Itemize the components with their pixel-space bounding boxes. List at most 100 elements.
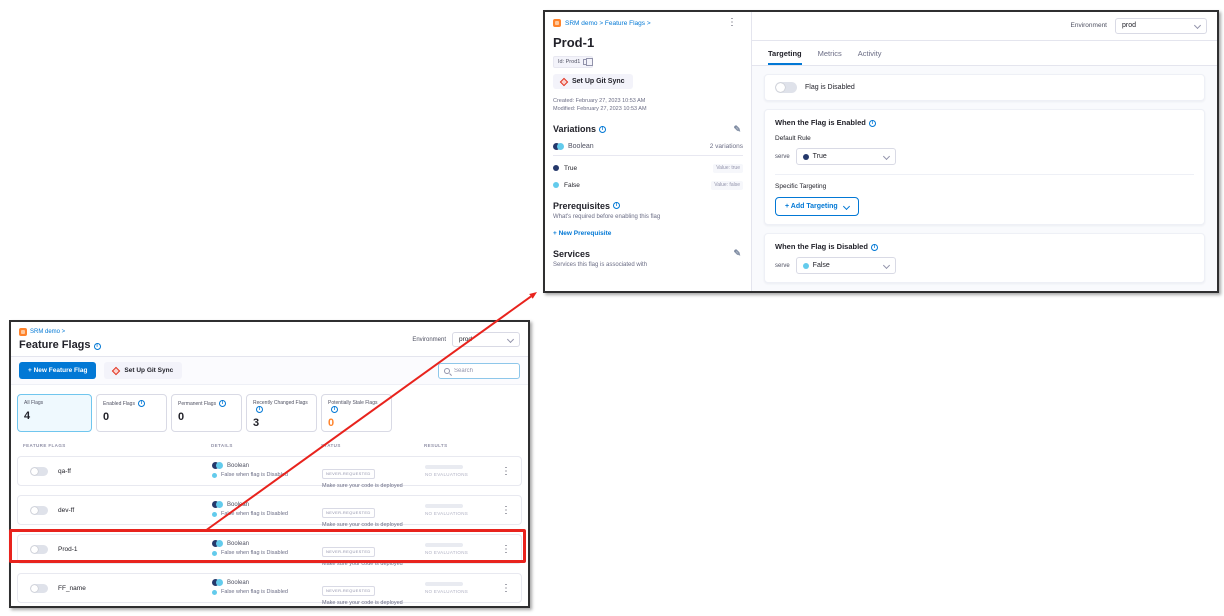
breadcrumb[interactable]: SRM demo >: [30, 329, 65, 335]
specific-targeting-label: Specific Targeting: [775, 183, 1194, 190]
edit-variations-icon[interactable]: ✎: [733, 124, 741, 135]
modified-timestamp: Modified: February 27, 2023 10:53 AM: [553, 105, 743, 113]
flag-detail-main: Environment prod Targeting Metrics Activ…: [752, 12, 1217, 291]
chevron-down-icon: [507, 336, 514, 343]
copy-icon[interactable]: [583, 59, 588, 65]
variation-false-dot-icon: [212, 473, 217, 478]
results-bar: [425, 504, 463, 508]
flag-state-label: Flag is Disabled: [805, 84, 855, 91]
search-input[interactable]: [454, 368, 514, 374]
git-sync-icon: [560, 77, 568, 85]
environment-label: Environment: [1071, 22, 1108, 29]
environment-label: Environment: [412, 337, 446, 343]
breadcrumb[interactable]: SRM demo > Feature Flags >: [565, 20, 651, 27]
flag-name: dev-ff: [58, 507, 74, 514]
page-title: Feature Flags: [19, 339, 91, 351]
row-menu-icon[interactable]: ⋮: [501, 545, 511, 555]
row-menu-icon[interactable]: ⋮: [501, 584, 511, 594]
default-rule-label: Default Rule: [775, 135, 1194, 142]
variation-row: False Value: false: [553, 181, 743, 190]
flag-title: Prod-1: [553, 35, 743, 50]
new-feature-flag-button[interactable]: + New Feature Flag: [19, 362, 96, 379]
table-header: FEATURE FLAGS DETAILS STATUS RESULTS: [11, 440, 528, 456]
edit-services-icon[interactable]: ✎: [733, 248, 741, 259]
boolean-type-icon: [212, 579, 223, 586]
info-icon: [94, 343, 101, 350]
chevron-down-icon: [883, 262, 890, 269]
when-enabled-heading: When the Flag is Enabled: [775, 118, 866, 127]
flag-id-pill: Id: Prod1: [553, 56, 593, 68]
flag-detail-sidebar: SRM demo > Feature Flags > ⋮ Prod-1 Id: …: [545, 12, 752, 291]
created-timestamp: Created: February 27, 2023 10:53 AM: [553, 97, 743, 105]
setup-git-sync-button[interactable]: Set Up Git Sync: [553, 74, 633, 89]
screenshot-canvas: SRM demo > Feature Flags > ⋮ Prod-1 Id: …: [0, 0, 1224, 616]
new-prerequisite-link[interactable]: + New Prerequisite: [553, 230, 743, 237]
serve-true-select[interactable]: True: [796, 148, 896, 165]
table-row[interactable]: FF_name Boolean False when flag is Disab…: [17, 573, 522, 603]
chevron-down-icon: [843, 203, 850, 210]
info-icon: [138, 400, 145, 407]
info-icon: [256, 406, 263, 413]
results-bar: [425, 465, 463, 469]
results-bar: [425, 582, 463, 586]
status-badge: NEVER-REQUESTED: [322, 469, 375, 479]
status-badge: NEVER-REQUESTED: [322, 586, 375, 596]
flag-name: FF_name: [58, 585, 86, 592]
tab-activity[interactable]: Activity: [858, 49, 882, 65]
variation-false-dot-icon: [212, 551, 217, 556]
boolean-type-icon: [212, 540, 223, 547]
flag-detail-panel: SRM demo > Feature Flags > ⋮ Prod-1 Id: …: [543, 10, 1219, 293]
variation-false-dot-icon: [212, 512, 217, 517]
stat-card-recently-changed-flags[interactable]: Recently Changed Flags 3: [246, 394, 317, 432]
flag-toggle[interactable]: [30, 467, 48, 476]
environment-select[interactable]: prod: [1115, 18, 1207, 34]
info-icon: [599, 126, 606, 133]
stat-card-permanent-flags[interactable]: Permanent Flags 0: [171, 394, 242, 432]
serve-label: serve: [775, 154, 790, 160]
variations-heading: Variations: [553, 124, 596, 134]
row-menu-icon[interactable]: ⋮: [501, 506, 511, 516]
chevron-down-icon: [1194, 22, 1201, 29]
stat-card-all-flags[interactable]: All Flags 4: [17, 394, 92, 432]
variation-false-dot-icon: [553, 182, 559, 188]
table-row-prod-1[interactable]: Prod-1 Boolean False when flag is Disabl…: [17, 534, 522, 564]
flag-toggle[interactable]: [30, 545, 48, 554]
table-row[interactable]: qa-ff Boolean False when flag is Disable…: [17, 456, 522, 486]
git-sync-icon: [112, 366, 120, 374]
variation-type: Boolean: [568, 143, 594, 150]
stat-card-enabled-flags[interactable]: Enabled Flags 0: [96, 394, 167, 432]
info-icon: [871, 244, 878, 251]
harness-logo-icon: [553, 19, 561, 27]
info-icon: [331, 406, 338, 413]
boolean-type-icon: [212, 462, 223, 469]
environment-select[interactable]: prod: [452, 332, 520, 347]
status-badge: NEVER-REQUESTED: [322, 508, 375, 518]
services-heading: Services: [553, 249, 590, 259]
variation-false-dot-icon: [803, 263, 809, 269]
boolean-type-icon: [212, 501, 223, 508]
boolean-type-icon: [553, 143, 564, 150]
tab-metrics[interactable]: Metrics: [818, 49, 842, 65]
flag-name: qa-ff: [58, 468, 71, 475]
info-icon: [219, 400, 226, 407]
stat-card-potentially-stale-flags[interactable]: Potentially Stale Flags 0: [321, 394, 392, 432]
when-disabled-heading: When the Flag is Disabled: [775, 242, 868, 251]
variation-row: True Value: true: [553, 164, 743, 173]
prerequisites-heading: Prerequisites: [553, 201, 610, 211]
serve-false-select[interactable]: False: [796, 257, 896, 274]
tab-targeting[interactable]: Targeting: [768, 49, 802, 65]
services-description: Services this flag is associated with: [553, 262, 743, 268]
search-icon: [444, 368, 450, 374]
flag-toggle[interactable]: [30, 506, 48, 515]
flag-name: Prod-1: [58, 546, 78, 553]
row-menu-icon[interactable]: ⋮: [501, 467, 511, 477]
kebab-menu-icon[interactable]: ⋮: [727, 18, 737, 28]
setup-git-sync-button[interactable]: Set Up Git Sync: [104, 362, 182, 379]
prerequisites-description: What's required before enabling this fla…: [553, 214, 743, 220]
table-row[interactable]: dev-ff Boolean False when flag is Disabl…: [17, 495, 522, 525]
info-icon: [869, 120, 876, 127]
add-targeting-button[interactable]: + Add Targeting: [775, 197, 859, 216]
flag-toggle[interactable]: [30, 584, 48, 593]
search-box[interactable]: [438, 363, 520, 379]
flag-state-toggle[interactable]: [775, 82, 797, 93]
